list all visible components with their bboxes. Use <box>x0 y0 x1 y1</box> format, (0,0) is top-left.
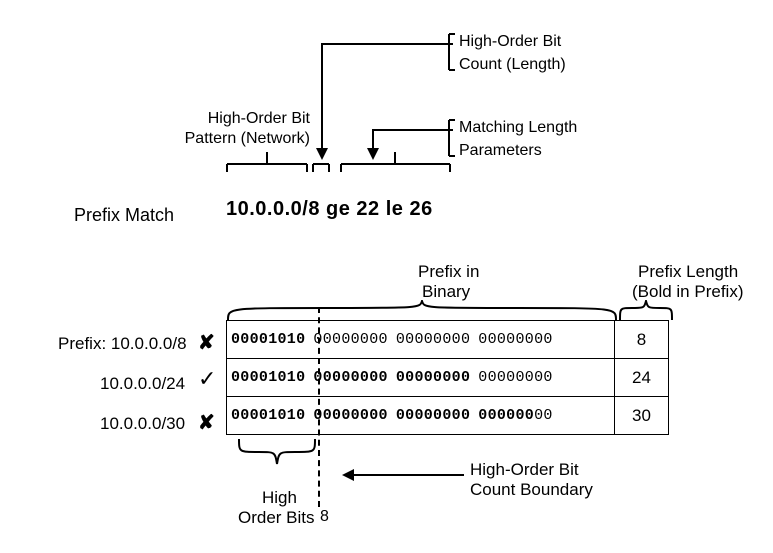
boundary-label-l1: High-Order Bit <box>470 460 579 480</box>
row-label-2: 10.0.0.0/24 <box>100 374 185 394</box>
high-order-bit-boundary-line <box>318 307 320 507</box>
prefix-filter-expression: 10.0.0.0/8 ge 22 le 26 <box>226 198 433 221</box>
binary-cell-1: 00001010000000000000000000000000 <box>227 321 615 359</box>
header-prefix-binary-l1: Prefix in <box>418 262 479 282</box>
header-prefix-binary-l2: Binary <box>422 282 470 302</box>
boundary-arrow <box>340 464 470 486</box>
prefix-match-label: Prefix Match <box>74 205 174 226</box>
brace-length-header <box>618 300 674 322</box>
match-mark-2: ✓ <box>198 366 216 392</box>
length-cell-2: 24 <box>615 359 669 397</box>
callout-matching-length-l2: Parameters <box>459 142 542 160</box>
boundary-label-l2: Count Boundary <box>470 480 593 500</box>
high-order-bits-count: 8 <box>320 508 329 526</box>
high-order-bits-label-l2: Order Bits <box>238 508 315 528</box>
length-cell-3: 30 <box>615 397 669 435</box>
table-row: 00001010000000000000000000000000 30 <box>227 397 669 435</box>
length-cell-1: 8 <box>615 321 669 359</box>
row-label-3: 10.0.0.0/30 <box>100 414 185 434</box>
high-order-bits-label-l1: High <box>262 488 297 508</box>
brace-binary-header <box>226 300 618 322</box>
header-prefix-length-l1: Prefix Length <box>638 262 738 282</box>
brace-high-order-bits <box>237 438 319 466</box>
match-mark-3: ✘ <box>198 410 215 435</box>
callout-hob-pattern-l2: Pattern (Network) <box>160 130 310 148</box>
table-row: 00001010000000000000000000000000 8 <box>227 321 669 359</box>
prefix-binary-table: 00001010000000000000000000000000 8 00001… <box>226 320 669 435</box>
row-label-1: Prefix: 10.0.0.0/8 <box>58 334 187 354</box>
callout-matching-length-l1: Matching Length <box>459 119 577 137</box>
table-row: 00001010000000000000000000000000 24 <box>227 359 669 397</box>
callout-high-order-bit-count-l1: High-Order Bit <box>459 33 561 51</box>
header-prefix-length-l2: (Bold in Prefix) <box>632 282 743 302</box>
callout-hob-pattern-l1: High-Order Bit <box>160 110 310 128</box>
callout-high-order-bit-count-l2: Count (Length) <box>459 56 566 74</box>
binary-cell-3: 00001010000000000000000000000000 <box>227 397 615 435</box>
binary-cell-2: 00001010000000000000000000000000 <box>227 359 615 397</box>
match-mark-1: ✘ <box>198 330 215 355</box>
